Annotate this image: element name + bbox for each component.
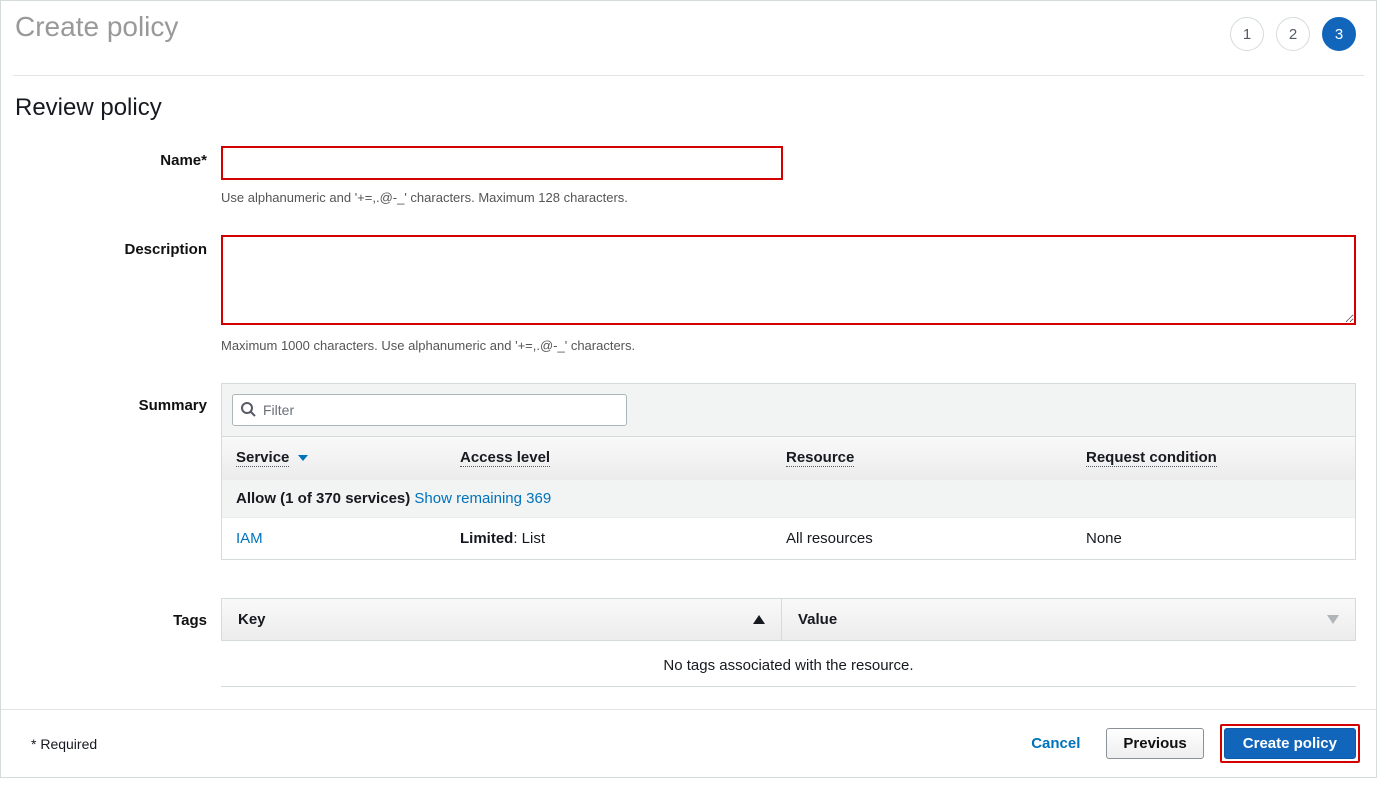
- col-header-value[interactable]: Value: [782, 599, 1355, 640]
- description-hint: Maximum 1000 characters. Use alphanumeri…: [221, 338, 1356, 353]
- access-level-bold: Limited: [460, 530, 513, 547]
- resource-cell: All resources: [786, 530, 1086, 547]
- page-header: Create policy 1 2 3: [1, 1, 1376, 61]
- col-header-reqcond[interactable]: Request condition: [1072, 437, 1355, 479]
- section-title: Review policy: [1, 76, 1376, 142]
- wizard-steps: 1 2 3: [1230, 17, 1356, 51]
- col-header-access-label: Access level: [460, 449, 550, 467]
- footer-bar: * Required Cancel Previous Create policy: [1, 709, 1376, 777]
- divider: [221, 686, 1356, 687]
- summary-table-header: Service Access level Resource Request co…: [222, 436, 1355, 479]
- summary-label: Summary: [15, 383, 221, 414]
- tags-table-header: Key Value: [221, 598, 1356, 641]
- wizard-step-1[interactable]: 1: [1230, 17, 1264, 51]
- access-level-rest: : List: [513, 530, 545, 547]
- sort-up-icon: [753, 615, 765, 624]
- allow-count: Allow (1 of 370 services): [236, 490, 410, 507]
- wizard-step-3[interactable]: 3: [1322, 17, 1356, 51]
- service-link-iam[interactable]: IAM: [236, 530, 263, 547]
- table-row: IAM Limited: List All resources None: [222, 517, 1355, 559]
- filter-bar: [222, 384, 1355, 436]
- description-label: Description: [15, 235, 221, 258]
- description-row: Description Maximum 1000 characters. Use…: [1, 231, 1376, 357]
- allow-summary-row: Allow (1 of 370 services) Show remaining…: [222, 479, 1355, 517]
- cancel-button[interactable]: Cancel: [1021, 729, 1090, 758]
- col-header-service-label: Service: [236, 449, 289, 467]
- col-header-key[interactable]: Key: [222, 599, 782, 640]
- summary-panel: Service Access level Resource Request co…: [221, 383, 1356, 560]
- col-header-reqcond-label: Request condition: [1086, 449, 1217, 467]
- sort-down-icon: [1327, 615, 1339, 624]
- create-policy-button[interactable]: Create policy: [1224, 728, 1356, 759]
- col-header-resource[interactable]: Resource: [772, 437, 1072, 479]
- page-title: Create policy: [15, 11, 178, 43]
- name-row: Name* Use alphanumeric and '+=,.@-_' cha…: [1, 142, 1376, 209]
- summary-row: Summary Service Access level: [1, 379, 1376, 564]
- show-remaining-link[interactable]: Show remaining 369: [414, 490, 551, 507]
- sort-caret-icon: [298, 455, 308, 461]
- wizard-step-2[interactable]: 2: [1276, 17, 1310, 51]
- previous-button[interactable]: Previous: [1106, 728, 1203, 759]
- col-header-key-label: Key: [238, 611, 266, 628]
- col-header-access[interactable]: Access level: [446, 437, 772, 479]
- summary-filter-input[interactable]: [232, 394, 627, 426]
- create-button-highlight: Create policy: [1220, 724, 1360, 763]
- tags-empty-message: No tags associated with the resource.: [221, 641, 1356, 686]
- tags-row: Tags Key Value No tags associated with t…: [1, 594, 1376, 691]
- search-icon: [240, 401, 256, 417]
- col-header-service[interactable]: Service: [222, 437, 446, 479]
- name-hint: Use alphanumeric and '+=,.@-_' character…: [221, 190, 1356, 205]
- col-header-value-label: Value: [798, 611, 837, 628]
- name-label: Name*: [15, 146, 221, 169]
- col-header-resource-label: Resource: [786, 449, 854, 467]
- required-note: * Required: [31, 736, 97, 752]
- name-input[interactable]: [221, 146, 783, 180]
- tags-label: Tags: [15, 598, 221, 629]
- reqcond-cell: None: [1086, 530, 1341, 547]
- tags-panel: Key Value No tags associated with the re…: [221, 598, 1356, 687]
- description-textarea[interactable]: [221, 235, 1356, 325]
